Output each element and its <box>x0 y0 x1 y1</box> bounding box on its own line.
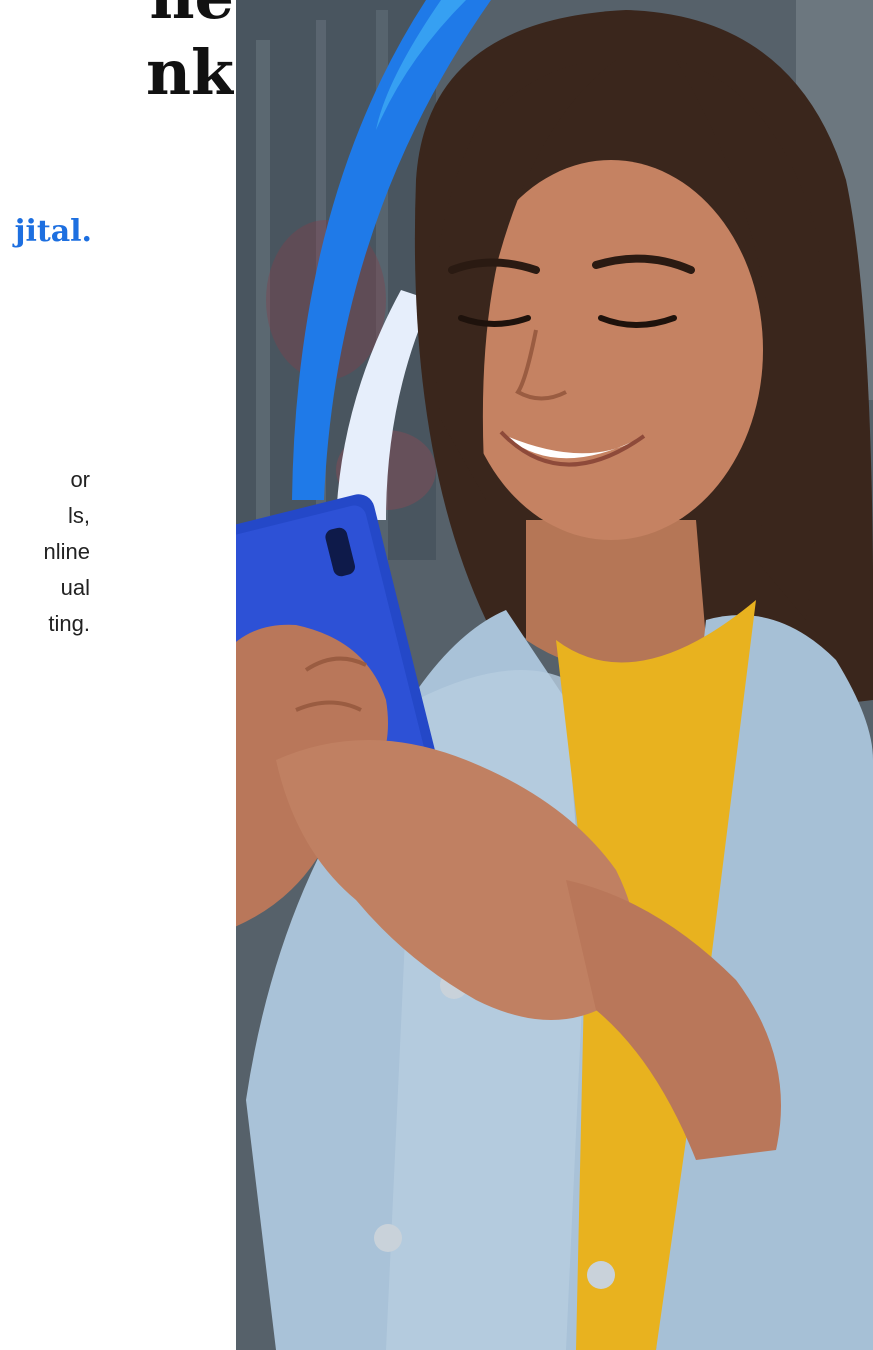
body-copy-line: ting. <box>48 611 90 636</box>
body-copy-line: ls, <box>68 503 90 528</box>
hero-photo <box>236 0 873 1350</box>
headline-line-2: nk <box>145 42 234 104</box>
body-copy-line: nline <box>43 539 90 564</box>
body-copy: or ls, nline ual ting. <box>0 462 90 642</box>
hero-photo-illustration <box>236 0 873 1350</box>
body-copy-line: ual <box>60 575 90 600</box>
headline-line-1: ne <box>0 0 234 28</box>
landing-page: ne nk jital. or ls, nline ual ting. <box>0 0 873 1350</box>
tagline: jital. <box>14 214 92 249</box>
body-copy-line: or <box>70 467 90 492</box>
